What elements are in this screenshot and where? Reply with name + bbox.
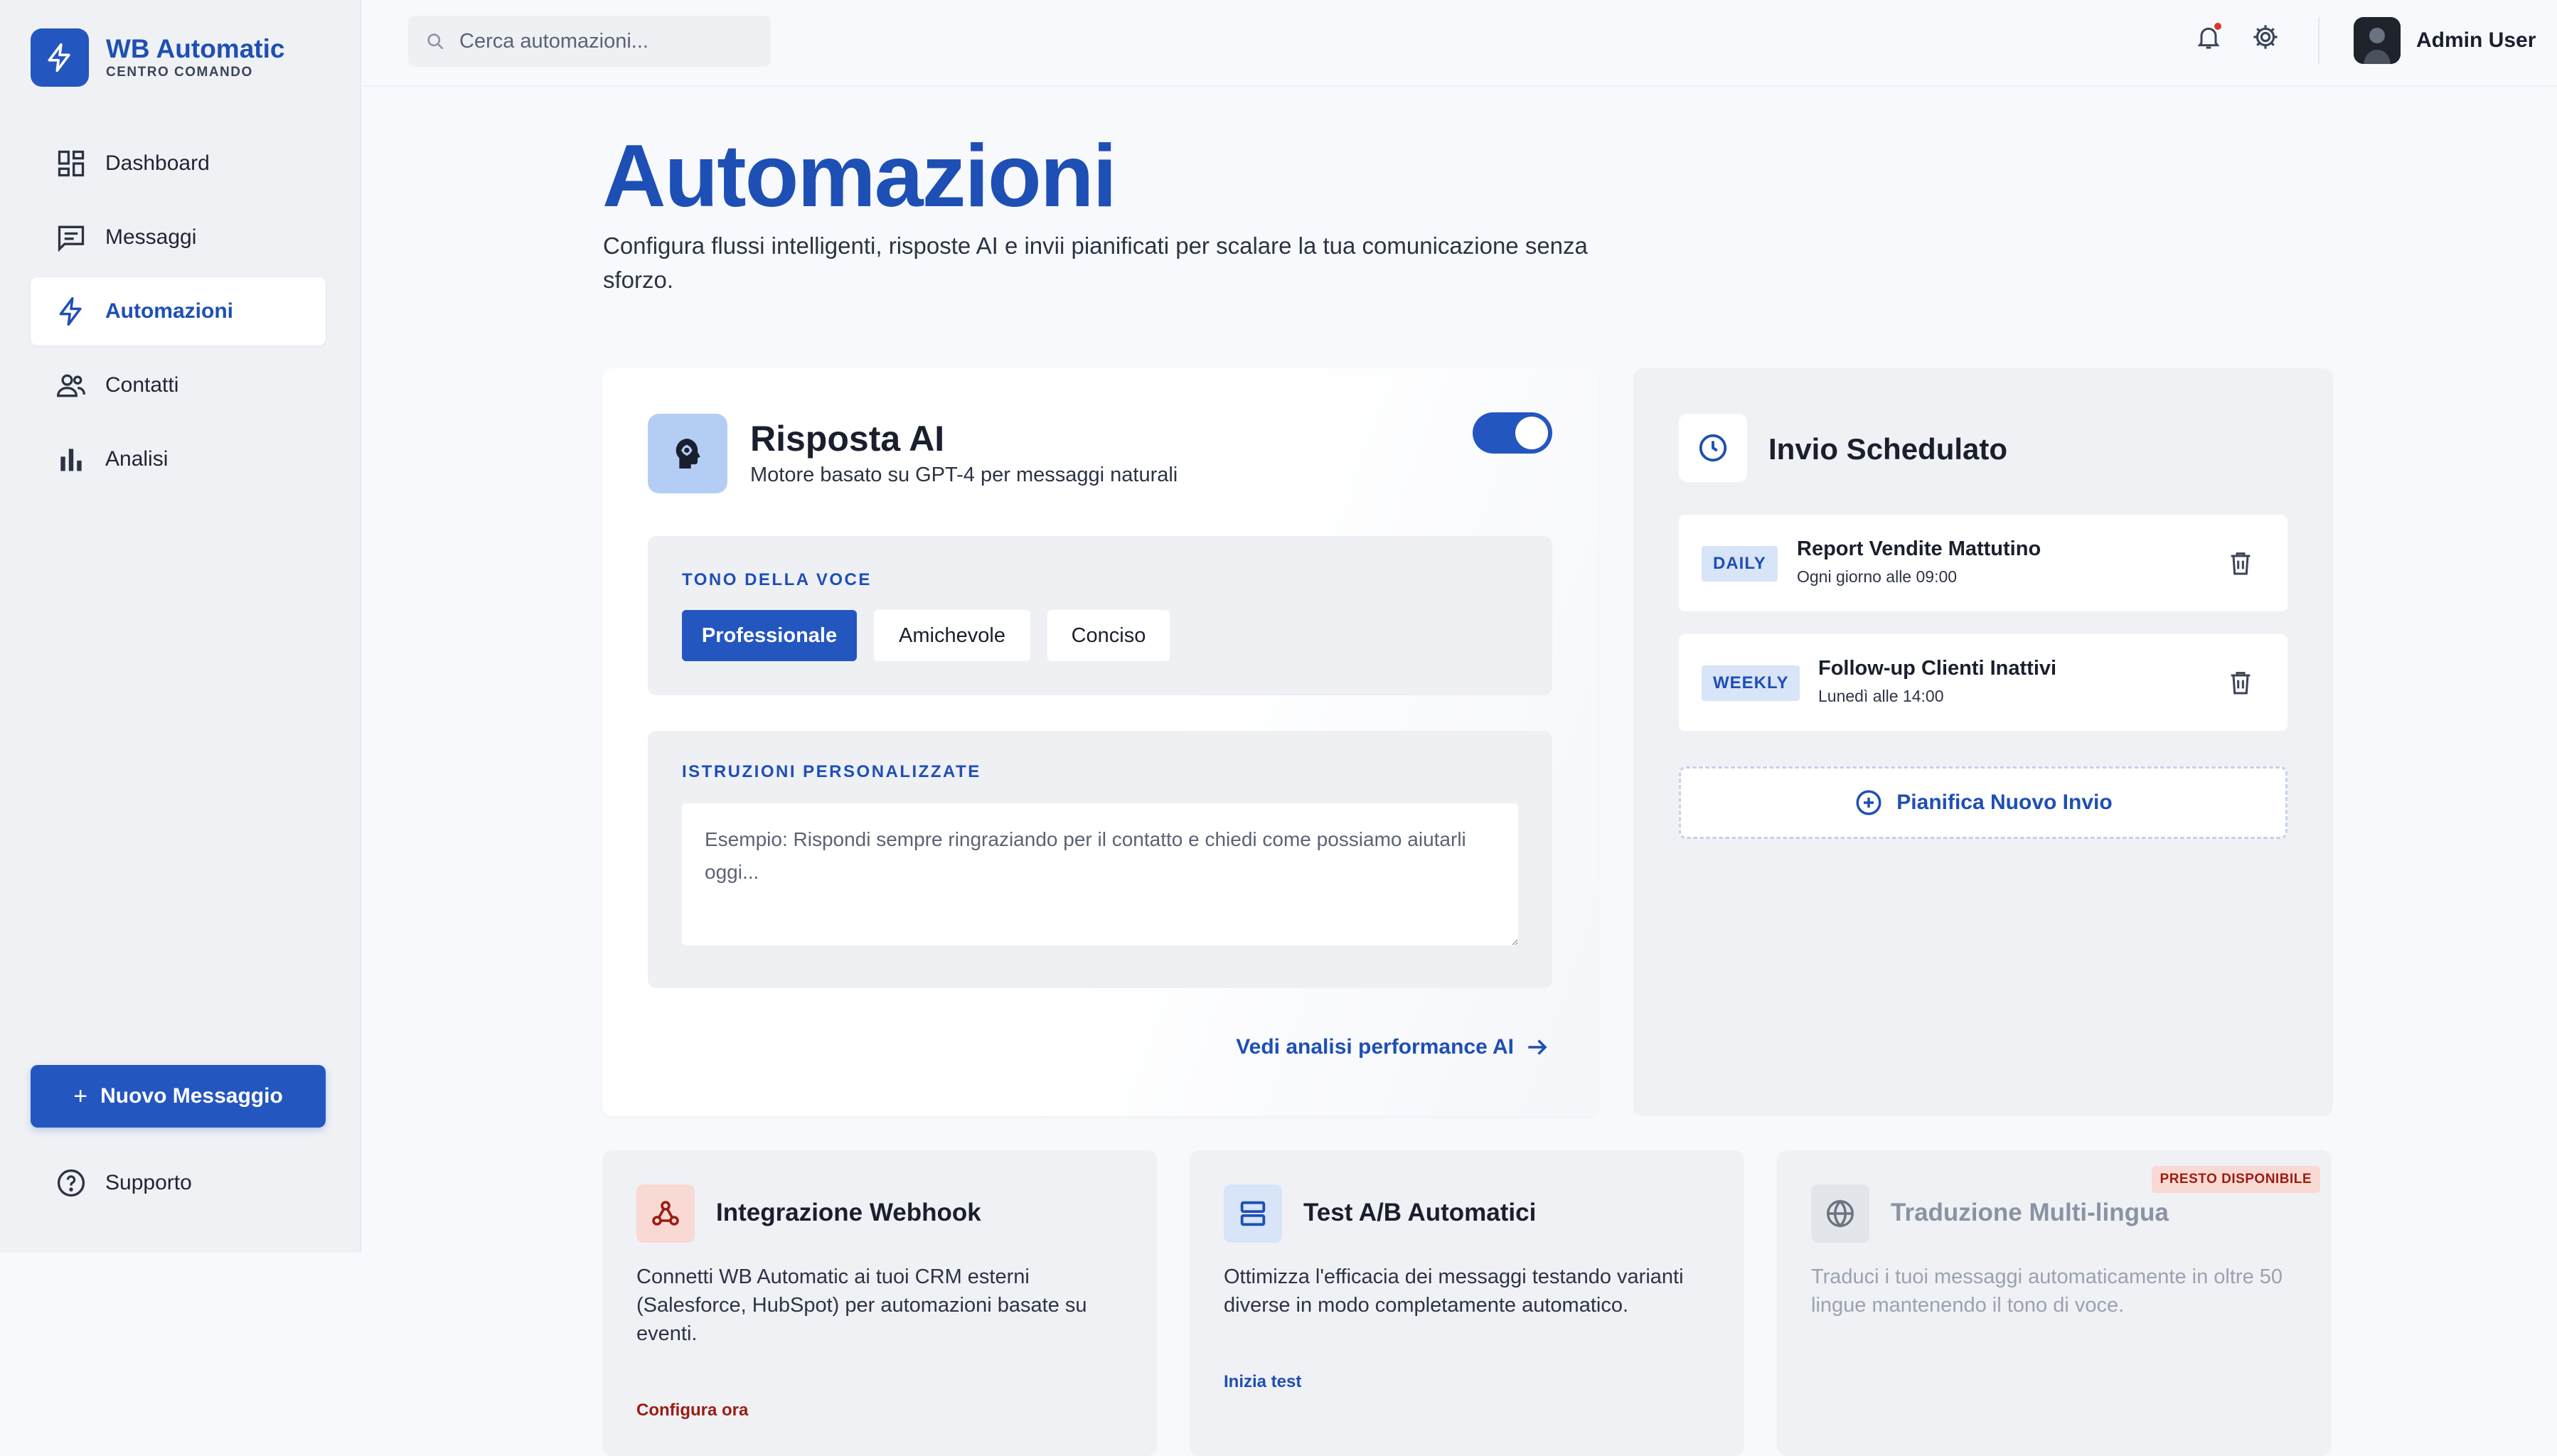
- feature-card-webhook: Integrazione Webhook Connetti WB Automat…: [602, 1150, 1157, 1456]
- sidebar-item-dashboard[interactable]: Dashboard: [31, 129, 326, 198]
- delete-button[interactable]: [2224, 546, 2258, 580]
- help-icon: [57, 1169, 85, 1197]
- ai-card-title: Risposta AI: [750, 419, 945, 459]
- ai-response-card: Risposta AI Motore basato su GPT-4 per m…: [602, 368, 1598, 1116]
- sidebar-item-label: Contatti: [105, 373, 179, 397]
- schedule-title: Invio Schedulato: [1768, 432, 2008, 466]
- plan-new-send-label: Pianifica Nuovo Invio: [1896, 791, 2113, 814]
- bar-chart-icon: [60, 449, 82, 471]
- tone-panel: TONO DELLA VOCE Professionale Amichevole…: [648, 536, 1552, 695]
- plus-icon: +: [73, 1082, 88, 1110]
- schedule-item[interactable]: DAILY Report Vendite Mattutino Ogni gior…: [1679, 515, 2288, 611]
- delete-button[interactable]: [2224, 665, 2258, 700]
- chat-icon: [58, 225, 85, 252]
- schedule-item[interactable]: WEEKLY Follow-up Clienti Inattivi Lunedì…: [1679, 634, 2288, 731]
- page-title: Automazioni: [602, 127, 1117, 225]
- avatar[interactable]: [2354, 17, 2401, 64]
- brand-title: WB Automatic: [106, 34, 285, 63]
- ai-card-subtitle: Motore basato su GPT-4 per messaggi natu…: [750, 464, 1178, 486]
- new-message-button[interactable]: + Nuovo Messaggio: [31, 1065, 326, 1128]
- arrow-right-icon: [1528, 1039, 1547, 1055]
- topbar-divider: [2318, 17, 2320, 64]
- coming-soon-badge: PRESTO DISPONIBILE: [2151, 1166, 2320, 1193]
- schedule-name: Report Vendite Mattutino: [1797, 537, 2041, 560]
- sidebar-item-analisi[interactable]: Analisi: [31, 425, 326, 493]
- feature-description: Traduci i tuoi messaggi automaticamente …: [1811, 1265, 2283, 1317]
- notifications-button[interactable]: [2190, 18, 2227, 55]
- start-test-link[interactable]: Inizia test: [1224, 1372, 1301, 1392]
- dashboard-icon: [58, 150, 85, 177]
- ai-enable-toggle[interactable]: [1473, 412, 1552, 454]
- instructions-textarea[interactable]: [682, 803, 1518, 946]
- topbar: Admin User: [363, 0, 2557, 87]
- sidebar-item-label: Automazioni: [105, 299, 233, 323]
- page-description: Configura flussi intelligenti, risposte …: [603, 232, 1588, 293]
- tone-conciso-button[interactable]: Conciso: [1047, 610, 1170, 661]
- add-circle-icon: [1856, 790, 1881, 815]
- sidebar-item-label: Dashboard: [105, 151, 210, 175]
- lightning-icon: [59, 296, 82, 326]
- user-name[interactable]: Admin User: [2416, 28, 2536, 53]
- ai-performance-label: Vedi analisi performance AI: [1236, 1035, 1514, 1059]
- sidebar-item-label: Messaggi: [105, 225, 197, 249]
- feature-title: Test A/B Automatici: [1303, 1199, 1537, 1226]
- gear-icon: [2253, 25, 2278, 49]
- ai-head-icon: [648, 414, 727, 493]
- main-nav: Dashboard Messaggi Automazioni Contatti …: [31, 129, 326, 499]
- feature-title: Integrazione Webhook: [716, 1199, 981, 1226]
- search-icon: [427, 33, 444, 50]
- feature-card-translation: Traduzione Multi-lingua Traduci i tuoi m…: [1777, 1150, 2332, 1456]
- feature-description: Ottimizza l'efficacia dei messaggi testa…: [1224, 1265, 1684, 1317]
- sidebar-item-messaggi[interactable]: Messaggi: [31, 203, 326, 272]
- search-input[interactable]: [459, 29, 758, 53]
- ai-performance-link[interactable]: Vedi analisi performance AI: [1236, 1034, 1551, 1061]
- trash-icon: [2231, 552, 2251, 575]
- schedule-name: Follow-up Clienti Inattivi: [1818, 657, 2057, 680]
- tone-label: TONO DELLA VOCE: [682, 570, 872, 589]
- notification-dot: [2214, 23, 2221, 30]
- instructions-panel: ISTRUZIONI PERSONALIZZATE: [648, 731, 1552, 988]
- configure-now-link[interactable]: Configura ora: [636, 1401, 748, 1420]
- search-bar[interactable]: [408, 16, 771, 67]
- sidebar-item-label: Analisi: [105, 447, 169, 471]
- sidebar-item-contatti[interactable]: Contatti: [31, 351, 326, 419]
- scheduled-send-card: Invio Schedulato DAILY Report Vendite Ma…: [1633, 368, 2333, 1116]
- tone-amichevole-button[interactable]: Amichevole: [874, 610, 1030, 661]
- frequency-badge: WEEKLY: [1702, 665, 1800, 701]
- webhook-icon: [636, 1184, 695, 1243]
- tone-professionale-button[interactable]: Professionale: [682, 610, 857, 661]
- schedule-time: Ogni giorno alle 09:00: [1797, 567, 1958, 586]
- trash-icon: [2231, 672, 2251, 695]
- new-message-label: Nuovo Messaggio: [100, 1084, 283, 1108]
- sidebar-item-automazioni[interactable]: Automazioni: [31, 277, 326, 346]
- feature-card-ab-test: Test A/B Automatici Ottimizza l'efficaci…: [1190, 1150, 1744, 1456]
- globe-icon: [1811, 1184, 1869, 1243]
- brand-subtitle: CENTRO COMANDO: [106, 65, 253, 80]
- feature-title: Traduzione Multi-lingua: [1891, 1199, 2169, 1226]
- split-test-icon: [1224, 1184, 1282, 1243]
- clock-icon: [1679, 414, 1747, 482]
- brand[interactable]: WB Automatic CENTRO COMANDO: [31, 28, 284, 87]
- lightning-icon: [31, 28, 89, 87]
- plan-new-send-button[interactable]: Pianifica Nuovo Invio: [1679, 766, 2288, 839]
- frequency-badge: DAILY: [1702, 546, 1778, 582]
- support-link[interactable]: Supporto: [55, 1167, 192, 1199]
- people-icon: [57, 374, 85, 397]
- instructions-label: ISTRUZIONI PERSONALIZZATE: [682, 762, 981, 781]
- settings-button[interactable]: [2247, 18, 2284, 55]
- sidebar: WB Automatic CENTRO COMANDO Dashboard Me…: [0, 0, 361, 1253]
- support-label: Supporto: [105, 1171, 192, 1194]
- feature-description: Connetti WB Automatic ai tuoi CRM estern…: [636, 1265, 1087, 1345]
- schedule-time: Lunedì alle 14:00: [1818, 687, 1944, 705]
